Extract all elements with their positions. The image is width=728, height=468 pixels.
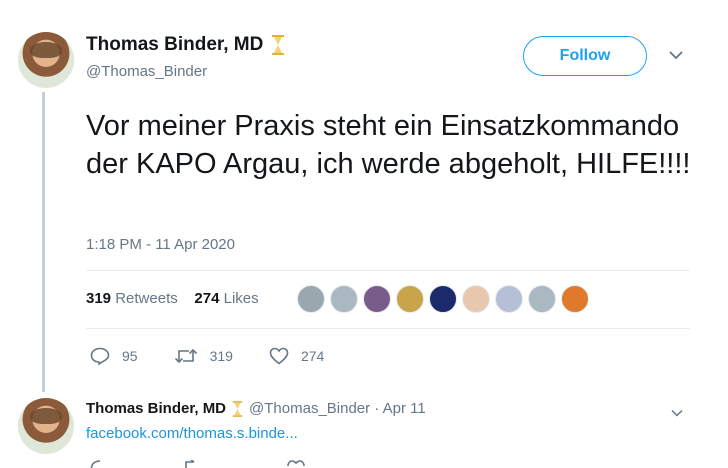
heart-icon (269, 347, 289, 365)
like-action[interactable]: 274 (269, 347, 324, 365)
author-display-name[interactable]: Thomas Binder, MD (86, 34, 263, 56)
action-bar: 95 319 274 (90, 347, 360, 365)
liker-avatar[interactable] (429, 285, 457, 313)
retweets-count: 319 (86, 290, 112, 307)
tweet-timestamp[interactable]: 1:18 PM - 11 Apr 2020 (86, 236, 235, 253)
liker-avatars (297, 285, 594, 313)
liker-avatar[interactable] (396, 285, 424, 313)
liker-avatar[interactable] (561, 285, 589, 313)
reply-action-bar-partial (90, 460, 350, 468)
reply-author-avatar[interactable] (18, 398, 74, 454)
like-count: 274 (300, 348, 325, 364)
liker-avatar[interactable] (297, 285, 325, 313)
liker-avatar[interactable] (462, 285, 490, 313)
divider (86, 270, 690, 271)
author-handle[interactable]: @Thomas_Binder (86, 63, 207, 80)
likes-label: Likes (223, 290, 259, 307)
reply-meta[interactable]: @Thomas_Binder · Apr 11 (249, 400, 426, 417)
liker-avatar[interactable] (330, 285, 358, 313)
reply-author-name[interactable]: Thomas Binder, MD (86, 400, 226, 417)
tweet-text: Vor meiner Praxis steht ein Einsatzkomma… (86, 110, 691, 180)
retweet-icon (174, 348, 197, 364)
follow-button[interactable]: Follow (523, 36, 647, 76)
divider (86, 328, 690, 329)
reply-action[interactable]: 95 (90, 347, 138, 365)
reply-link[interactable]: facebook.com/thomas.s.binde... (86, 425, 298, 442)
retweet-count: 319 (209, 348, 233, 364)
thread-line (42, 92, 45, 392)
retweets-stat[interactable]: 319 Retweets (86, 290, 178, 307)
reply-icon (90, 347, 110, 365)
chevron-down-icon[interactable] (670, 405, 684, 423)
likes-stat[interactable]: 274 Likes (194, 290, 258, 307)
liker-avatar[interactable] (363, 285, 391, 313)
hourglass-icon (232, 400, 243, 417)
chevron-down-icon[interactable] (668, 48, 684, 66)
retweet-action[interactable]: 319 (174, 348, 233, 364)
engagement-stats: 319 Retweets 274 Likes (86, 290, 259, 307)
retweets-label: Retweets (115, 290, 178, 307)
author-avatar[interactable] (18, 32, 74, 88)
hourglass-icon (271, 35, 285, 55)
likes-count: 274 (194, 290, 220, 307)
liker-avatar[interactable] (528, 285, 556, 313)
reply-count: 95 (122, 348, 138, 364)
liker-avatar[interactable] (495, 285, 523, 313)
